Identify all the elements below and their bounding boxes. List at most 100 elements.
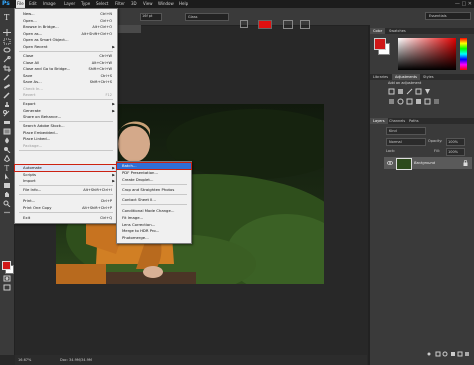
minimize-icon[interactable]: — (455, 1, 460, 7)
menu-3d[interactable]: 3D (130, 0, 138, 8)
pen-tool-icon[interactable] (3, 155, 11, 162)
menu-item-photomerge[interactable]: Photomerge... (117, 235, 191, 241)
menu-item-print[interactable]: Print... Ctrl+P (15, 198, 117, 204)
color-panel-foreground[interactable] (374, 38, 386, 50)
menu-help[interactable]: Help (178, 0, 189, 8)
menu-item-import[interactable]: Import ▶ (15, 178, 117, 184)
menu-item-open-as[interactable]: Open as... Alt+Shift+Ctrl+O (15, 31, 117, 37)
antialias-select[interactable]: Glass (185, 13, 229, 21)
fill-field[interactable]: 100% (446, 148, 465, 156)
hue-slider[interactable] (460, 38, 467, 70)
menu-item-place-embedded[interactable]: Place Embedded... (15, 130, 117, 136)
menu-file[interactable]: File (16, 0, 25, 8)
menu-type[interactable]: Type (80, 0, 91, 8)
menu-window[interactable]: Window (157, 0, 175, 8)
menu-item-browse-in-bridge[interactable]: Browse in Bridge... Alt+Ctrl+O (15, 24, 117, 30)
text-color-swatch[interactable] (258, 20, 272, 29)
menu-item-close-all[interactable]: Close All Alt+Ctrl+W (15, 60, 117, 66)
close-icon[interactable]: ✕ (468, 1, 472, 7)
tab-paths[interactable]: Paths (406, 118, 422, 124)
menu-image[interactable]: Image (42, 0, 57, 8)
menu-item-generate[interactable]: Generate ▶ (15, 108, 117, 114)
menu-item-batch[interactable]: Batch... (116, 161, 192, 171)
menu-item-open-smart-object[interactable]: Open as Smart Object... (15, 37, 117, 43)
tab-channels[interactable]: Channels (386, 118, 408, 124)
foreground-color-swatch[interactable] (2, 261, 11, 270)
tab-layers[interactable]: Layers (370, 118, 388, 124)
color-field[interactable] (398, 38, 456, 70)
layer-name[interactable]: Background (414, 157, 435, 169)
menu-view[interactable]: View (142, 0, 154, 8)
layer-row-background[interactable]: Background (384, 157, 472, 170)
menu-item-merge-hdr-pro[interactable]: Merge to HDR Pro... (117, 228, 191, 234)
healing-brush-tool-icon[interactable] (3, 83, 11, 90)
menu-item-close[interactable]: Close Ctrl+W (15, 53, 117, 59)
visibility-eye-icon[interactable] (386, 160, 394, 166)
workspace-select[interactable]: Essentials (425, 12, 471, 20)
zoom-level[interactable]: 16.67% (18, 355, 31, 365)
gradient-tool-icon[interactable] (3, 128, 11, 135)
menu-item-save[interactable]: Save Ctrl+S (15, 73, 117, 79)
brush-tool-icon[interactable] (3, 92, 11, 99)
menu-item-print-one-copy[interactable]: Print One Copy Alt+Shift+Ctrl+P (15, 205, 117, 211)
menu-item-create-droplet[interactable]: Create Droplet... (117, 177, 191, 183)
blur-tool-icon[interactable] (3, 137, 11, 144)
menu-item-scripts[interactable]: Scripts ▶ (15, 172, 117, 178)
menu-item-open[interactable]: Open... Ctrl+O (15, 18, 117, 24)
menu-edit[interactable]: Edit (28, 0, 38, 8)
eyedropper-tool-icon[interactable] (3, 74, 11, 81)
menu-item-save-as[interactable]: Save As... Shift+Ctrl+S (15, 79, 117, 85)
eraser-tool-icon[interactable] (3, 119, 11, 126)
tab-adjustments[interactable]: Adjustments (392, 74, 420, 80)
tab-libraries[interactable]: Libraries (370, 74, 391, 80)
quick-mask-icon[interactable] (3, 275, 11, 282)
zoom-tool-icon[interactable] (3, 200, 11, 207)
doc-info[interactable]: Doc: 34.9M/34.9M (60, 355, 92, 365)
clone-stamp-tool-icon[interactable] (3, 101, 11, 108)
quick-selection-tool-icon[interactable] (3, 56, 11, 63)
layer-filter-select[interactable]: Kind (386, 127, 426, 135)
menu-item-pdf-presentation[interactable]: PDF Presentation... (117, 170, 191, 176)
path-selection-tool-icon[interactable] (3, 173, 11, 180)
text-tool-icon[interactable]: T (3, 12, 12, 22)
menu-item-new[interactable]: New... Ctrl+N (15, 11, 117, 17)
menu-item-file-info[interactable]: File Info... Alt+Shift+Ctrl+I (15, 187, 117, 193)
tab-swatches[interactable]: Swatches (386, 28, 409, 34)
move-tool-icon[interactable] (3, 29, 11, 36)
tab-color[interactable]: Color (370, 28, 386, 34)
menu-item-lens-correction[interactable]: Lens Correction... (117, 222, 191, 228)
menu-item-close-go-bridge[interactable]: Close and Go to Bridge... Shift+Ctrl+W (15, 66, 117, 72)
history-brush-tool-icon[interactable] (3, 110, 11, 117)
menu-item-automate[interactable]: Automate ▶ (14, 163, 118, 173)
maximize-icon[interactable]: □ (461, 1, 466, 7)
opacity-field[interactable]: 100% (446, 138, 465, 146)
menu-item-conditional-mode-change[interactable]: Conditional Mode Change... (117, 208, 191, 214)
menu-item-fit-image[interactable]: Fit Image... (117, 215, 191, 221)
menu-item-crop-straighten[interactable]: Crop and Straighten Photos (117, 187, 191, 193)
edit-toolbar-icon[interactable] (3, 209, 11, 216)
crop-tool-icon[interactable] (3, 65, 11, 72)
align-left-icon[interactable] (240, 20, 248, 28)
menu-item-contact-sheet[interactable]: Contact Sheet II... (117, 197, 191, 203)
menu-item-exit[interactable]: Exit Ctrl+Q (15, 215, 117, 221)
hand-tool-icon[interactable] (3, 191, 11, 198)
dodge-tool-icon[interactable] (3, 146, 11, 153)
screen-mode-icon[interactable] (3, 284, 11, 291)
blend-mode-select[interactable]: Normal (386, 138, 426, 146)
menu-item-share-behance[interactable]: Share on Behance... (15, 114, 117, 120)
marquee-tool-icon[interactable] (3, 38, 11, 45)
menu-select[interactable]: Select (95, 0, 109, 8)
menu-layer[interactable]: Layer (63, 0, 76, 8)
character-panel-icon[interactable] (300, 20, 310, 29)
menu-filter[interactable]: Filter (114, 0, 126, 8)
warp-text-icon[interactable] (283, 20, 293, 29)
menu-item-export[interactable]: Export ▶ (15, 101, 117, 107)
type-tool-icon[interactable]: T (3, 164, 11, 172)
font-size-field[interactable]: 16f pt (140, 13, 162, 21)
rectangle-tool-icon[interactable] (3, 182, 11, 189)
menu-item-place-linked[interactable]: Place Linked... (15, 136, 117, 142)
lasso-tool-icon[interactable] (3, 47, 11, 54)
menu-item-search-adobe-stock[interactable]: Search Adobe Stock... (15, 123, 117, 129)
tab-styles[interactable]: Styles (420, 74, 437, 80)
menu-item-open-recent[interactable]: Open Recent ▶ (15, 44, 117, 50)
